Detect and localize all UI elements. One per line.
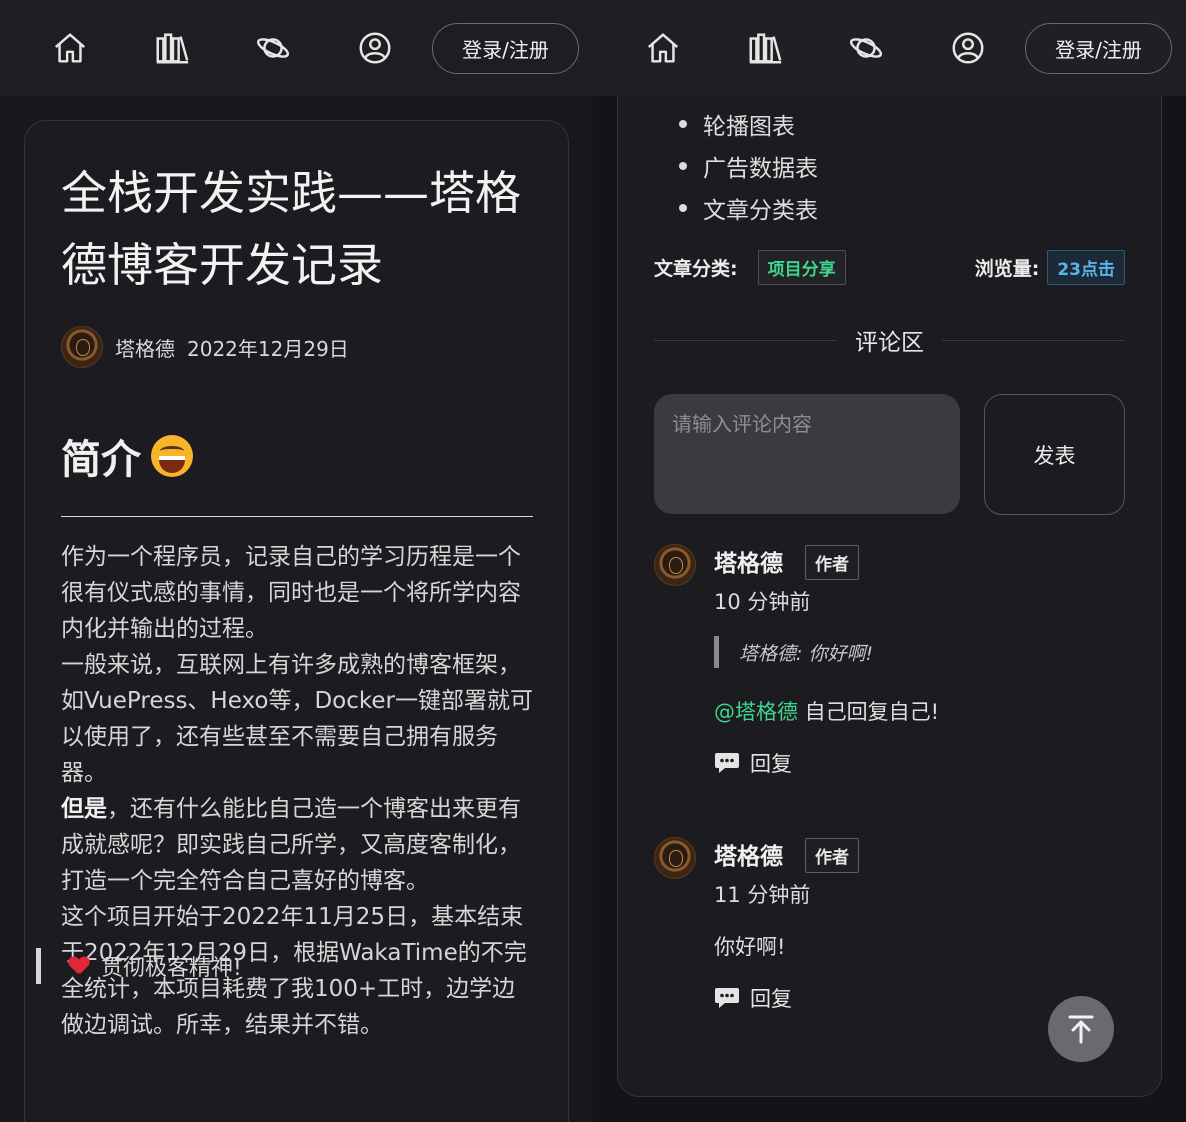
heart-icon xyxy=(69,957,89,975)
reply-button[interactable]: 回复 xyxy=(714,983,792,1013)
navbar: 登录/注册 xyxy=(0,0,593,96)
section-heading: 简介 xyxy=(61,427,193,485)
paragraph: 但是，还有什么能比自己造一个博客出来更有成就感呢？即实践自己所学，又高度客制化，… xyxy=(61,796,521,894)
page-title: 全栈开发实践——塔格德博客开发记录 xyxy=(61,166,521,292)
library-icon[interactable] xyxy=(743,26,787,70)
list-item: 轮播图表 xyxy=(679,103,818,145)
home-icon[interactable] xyxy=(48,26,92,70)
views-badge: 23点击 xyxy=(1047,249,1125,285)
bullet-list: 轮播图表 广告数据表 文章分类表 xyxy=(679,103,818,229)
post-date: 2022年12月29日 xyxy=(187,336,349,361)
submit-comment-button[interactable]: 发表 xyxy=(984,394,1125,515)
author-name[interactable]: 塔格德 xyxy=(115,333,175,362)
quote-text: 贯彻极客精神! xyxy=(101,956,242,981)
author-badge: 作者 xyxy=(805,838,859,873)
user-icon[interactable] xyxy=(946,26,990,70)
planet-icon[interactable] xyxy=(251,26,295,70)
paragraph-text: 还有什么能比自己造一个博客出来更有成就感呢？即实践自己所学，又高度客制化，打造一… xyxy=(61,796,521,894)
navbar: 登录/注册 xyxy=(593,0,1186,96)
login-register-button[interactable]: 登录/注册 xyxy=(1025,23,1172,74)
comment-bubble-icon xyxy=(715,988,739,1008)
comment-body: 自己回复自己! xyxy=(798,700,940,724)
list-item: 文章分类表 xyxy=(679,187,818,229)
category-group: 文章分类: 项目分享 xyxy=(654,249,846,285)
grinning-emoji-icon xyxy=(151,435,193,477)
section-heading-text: 简介 xyxy=(61,437,141,483)
paragraph: 一般来说，互联网上有许多成熟的博客框架，如VuePress、Hexo等，Dock… xyxy=(61,652,533,786)
blockquote: 贯彻极客精神! xyxy=(36,948,242,984)
comments-heading: 评论区 xyxy=(855,330,924,356)
list-item: 广告数据表 xyxy=(679,145,818,187)
comment-text: @塔格德 自己回复自己! xyxy=(714,696,939,726)
login-register-button[interactable]: 登录/注册 xyxy=(432,23,579,74)
divider-line xyxy=(942,339,1125,341)
reply-label: 回复 xyxy=(750,752,792,776)
avatar[interactable] xyxy=(654,544,696,586)
library-icon[interactable] xyxy=(150,26,194,70)
avatar[interactable] xyxy=(654,837,696,879)
comment-author[interactable]: 塔格德 xyxy=(714,837,783,871)
user-icon[interactable] xyxy=(353,26,397,70)
views-group: 浏览量: 23点击 xyxy=(974,249,1125,285)
comment-text: 你好啊! xyxy=(714,935,786,959)
article-info-row: 文章分类: 项目分享 浏览量: 23点击 xyxy=(654,249,1125,285)
views-label: 浏览量: xyxy=(974,257,1040,280)
paragraph: 作为一个程序员，记录自己的学习历程是一个很有仪式感的事情，同时也是一个将所学内容… xyxy=(61,544,521,642)
divider-line xyxy=(654,339,837,341)
comment-input[interactable] xyxy=(654,394,960,514)
post-meta: 塔格德 2022年12月29日 xyxy=(61,326,349,368)
avatar[interactable] xyxy=(61,326,103,368)
home-icon[interactable] xyxy=(641,26,685,70)
planet-icon[interactable] xyxy=(844,26,888,70)
reply-label: 回复 xyxy=(750,987,792,1011)
author-badge: 作者 xyxy=(805,545,859,580)
comments-divider: 评论区 xyxy=(654,322,1125,358)
comment-time: 10 分钟前 xyxy=(714,590,811,614)
divider xyxy=(61,516,533,517)
comment-time: 11 分钟前 xyxy=(714,883,811,907)
back-to-top-button[interactable] xyxy=(1048,996,1114,1062)
comment-quote: 塔格德: 你好啊! xyxy=(714,636,873,668)
category-label: 文章分类: xyxy=(654,257,738,280)
left-pane: 全栈开发实践——塔格德博客开发记录 塔格德 2022年12月29日 简介 作为一… xyxy=(0,0,593,1122)
bold-lead: 但是 xyxy=(61,796,107,822)
arrow-up-icon xyxy=(1068,1015,1094,1044)
mention-link[interactable]: @塔格德 xyxy=(714,700,798,724)
category-tag[interactable]: 项目分享 xyxy=(757,249,846,285)
comment-author[interactable]: 塔格德 xyxy=(714,544,783,578)
right-pane: 轮播图表 广告数据表 文章分类表 文章分类: 项目分享 浏览量: 23点击 评论… xyxy=(593,0,1186,1122)
reply-button[interactable]: 回复 xyxy=(714,748,792,778)
comment-bubble-icon xyxy=(715,753,739,773)
